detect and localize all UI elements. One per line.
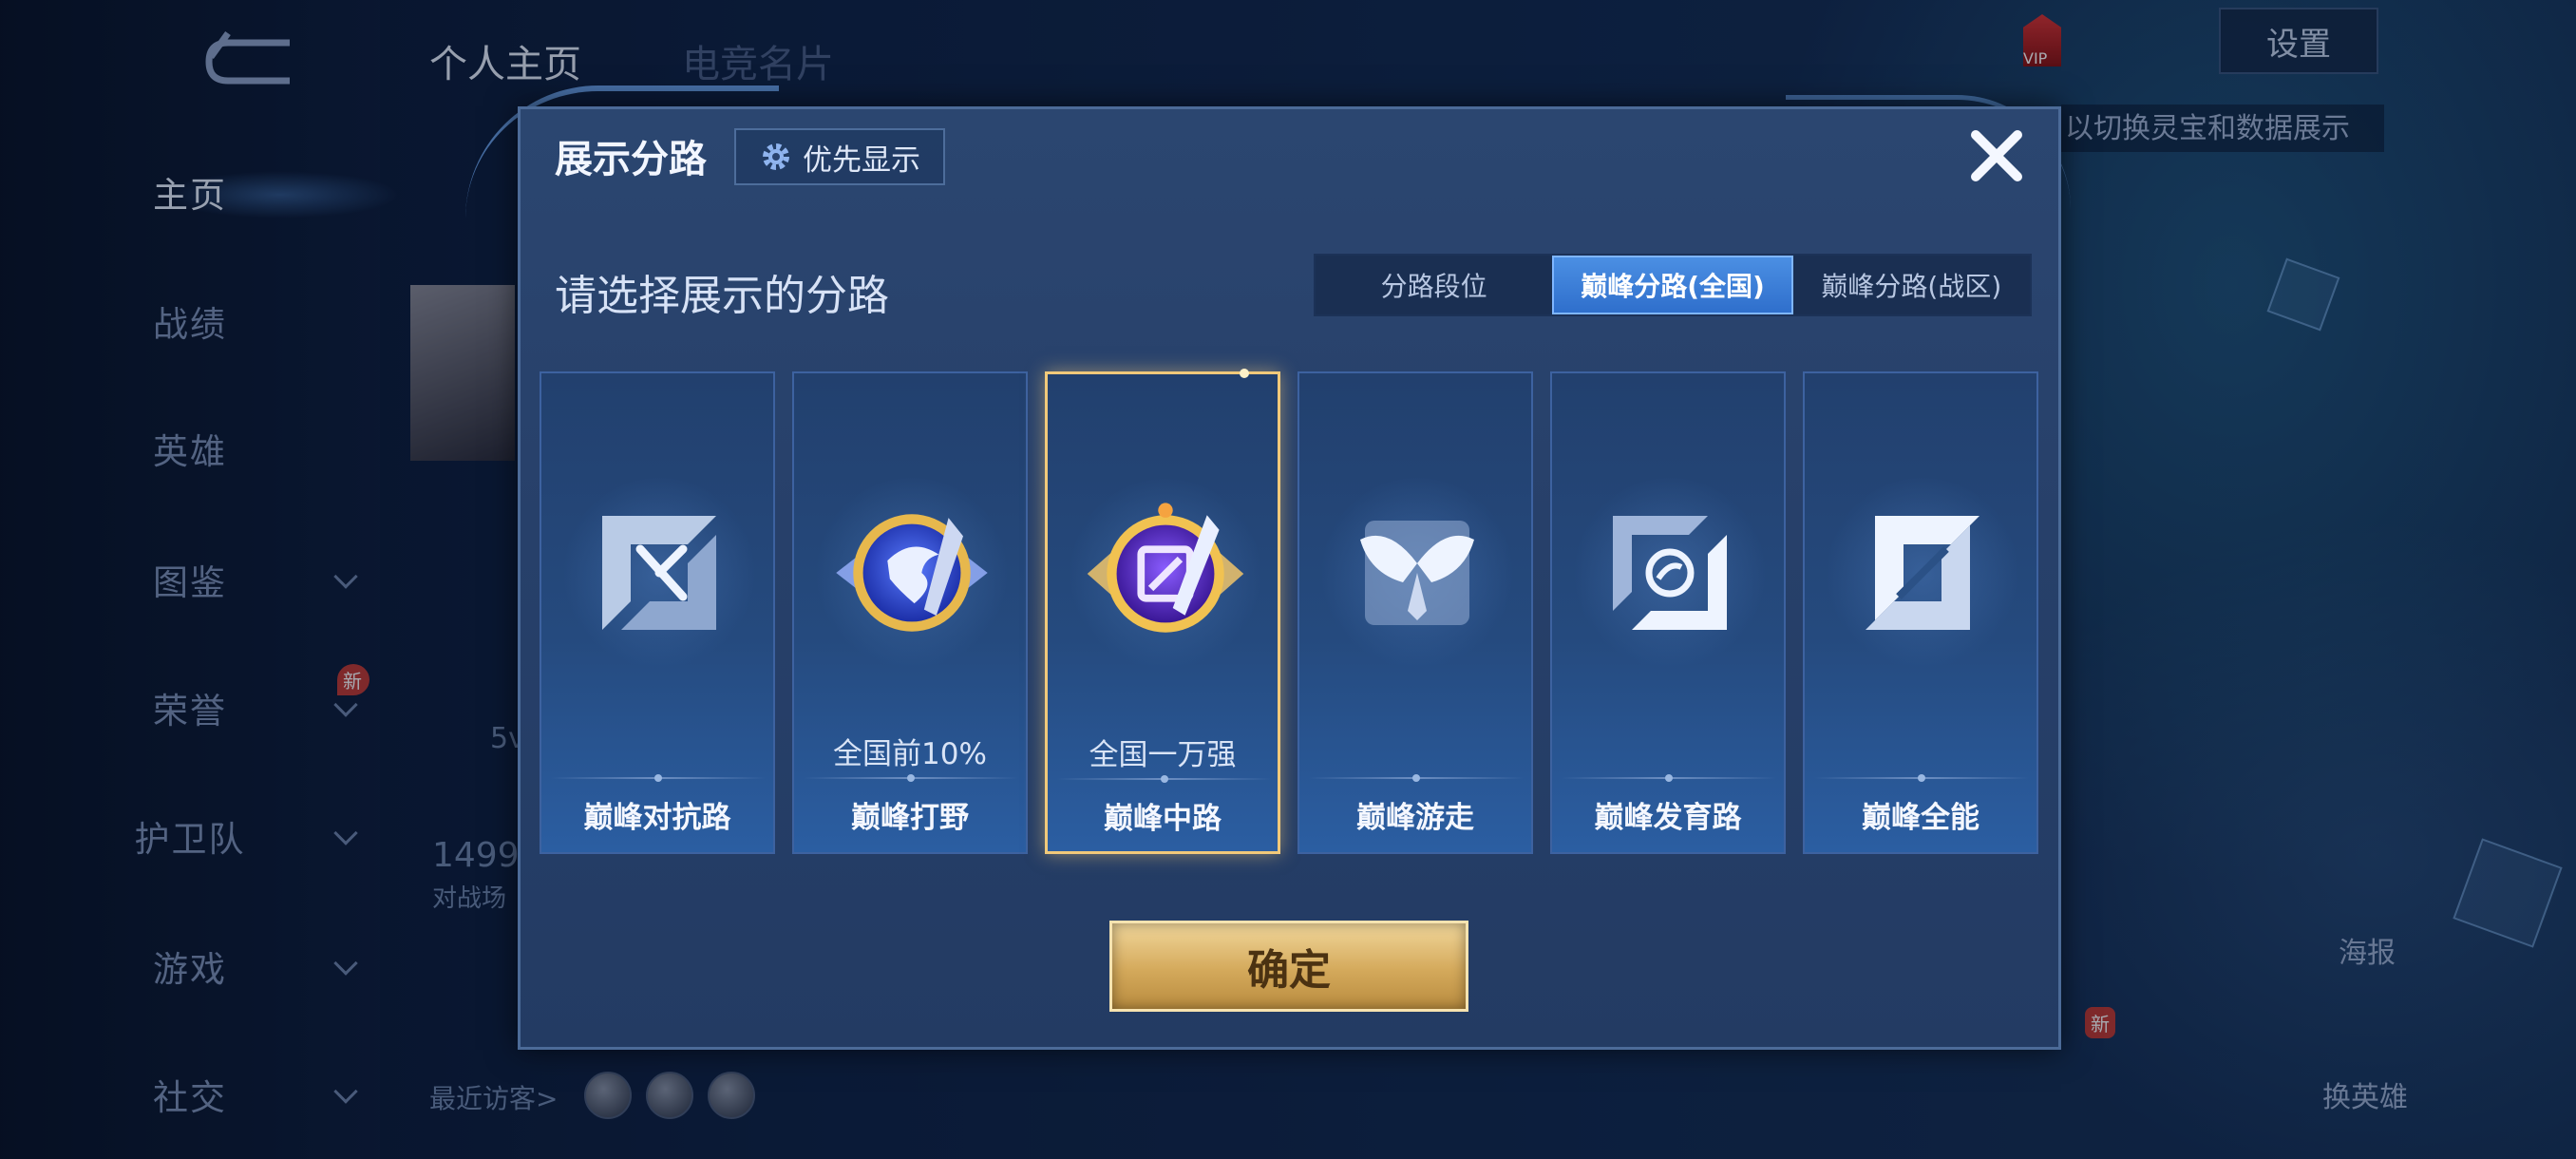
gear-icon [763, 143, 789, 170]
lane-name: 巅峰对抗路 [583, 801, 731, 835]
jungle-emblem-icon [836, 514, 988, 632]
lane-rank: 全国一万强 [1089, 738, 1237, 772]
lane-name: 巅峰打野 [851, 801, 969, 835]
lane-source-tabs: 分路段位 巅峰分路(全国) 巅峰分路(战区) [1314, 254, 2032, 316]
tab-peak-lane-region[interactable]: 巅峰分路(战区) [1793, 256, 2030, 314]
divider [1562, 774, 1776, 782]
divider [804, 774, 1018, 782]
lane-name: 巅峰发育路 [1594, 801, 1742, 835]
clash-lane-icon [602, 516, 716, 630]
roam-wings-icon [1360, 521, 1474, 625]
divider [551, 774, 766, 782]
tab-peak-lane-national[interactable]: 巅峰分路(全国) [1552, 256, 1793, 314]
lane-card-clash[interactable]: 巅峰对抗路 [540, 371, 775, 854]
divider [1057, 775, 1272, 783]
lane-name: 巅峰游走 [1356, 801, 1474, 835]
lane-card-mid[interactable]: 全国一万强 巅峰中路 [1045, 369, 1280, 854]
lane-name: 巅峰全能 [1862, 801, 1979, 835]
tab-lane-rank[interactable]: 分路段位 [1316, 256, 1552, 314]
priority-display-button[interactable]: 优先显示 [734, 128, 945, 185]
lane-card-list: 巅峰对抗路 全国前10% 巅峰打野 全国一万强 巅峰中路 巅峰游走 巅峰发育路 … [540, 369, 2040, 854]
lane-rank: 全国前10% [833, 737, 987, 771]
mid-lane-emblem-icon [1087, 503, 1244, 633]
divider [1309, 774, 1524, 782]
priority-display-label: 优先显示 [803, 142, 920, 178]
lane-card-all-round[interactable]: 巅峰全能 [1803, 371, 2038, 854]
lane-card-roam[interactable]: 巅峰游走 [1297, 371, 1533, 854]
confirm-label: 确定 [1247, 946, 1331, 995]
all-round-icon [1866, 516, 1979, 630]
dialog-title: 展示分路 [555, 138, 707, 181]
lane-name: 巅峰中路 [1104, 802, 1222, 836]
divider [1814, 774, 2029, 782]
lane-card-jungle[interactable]: 全国前10% 巅峰打野 [792, 371, 1028, 854]
farm-lane-icon [1613, 516, 1727, 630]
dialog-subtitle: 请选择展示的分路 [555, 272, 889, 320]
confirm-button[interactable]: 确定 [1109, 921, 1468, 1012]
close-icon[interactable] [1964, 124, 2029, 188]
lane-card-farm[interactable]: 巅峰发育路 [1550, 371, 1786, 854]
lane-display-dialog: 展示分路 优先显示 请选择展示的分路 分路段位 巅峰分路(全国) 巅峰分路(战区… [518, 106, 2061, 1050]
